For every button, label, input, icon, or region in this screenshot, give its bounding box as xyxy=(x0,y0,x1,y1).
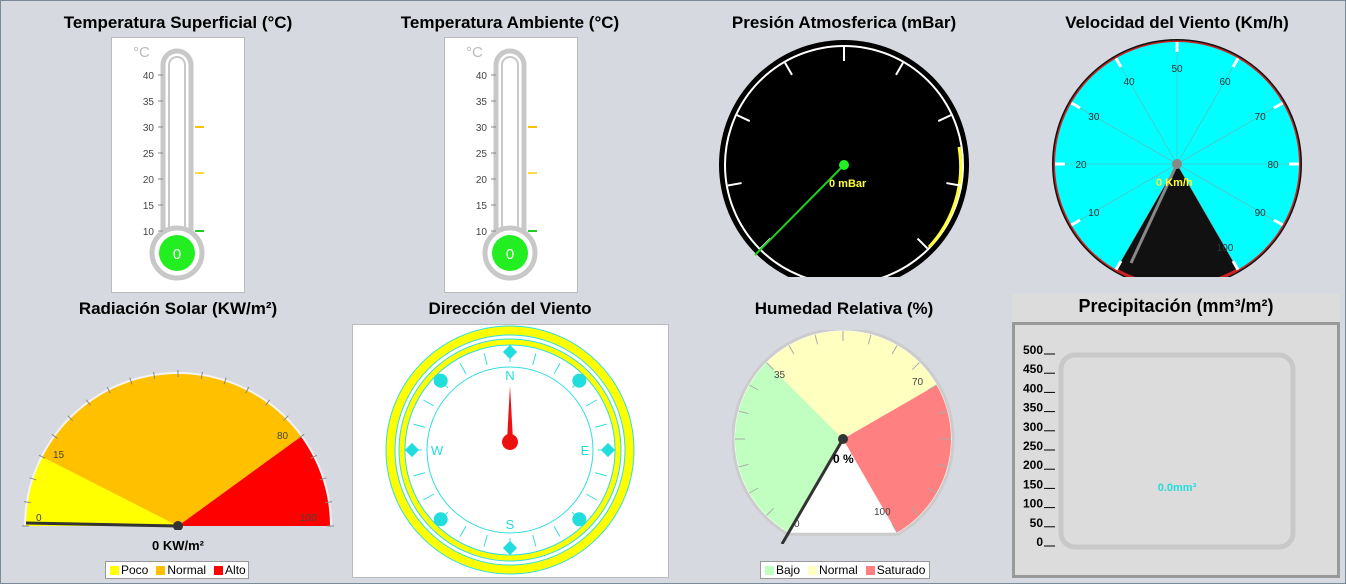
legend-swatch xyxy=(110,565,119,575)
svg-text:25: 25 xyxy=(143,149,155,160)
precip-tick-label: 0 xyxy=(1036,535,1043,549)
svg-text:20: 20 xyxy=(476,175,488,186)
compass-e: E xyxy=(581,443,590,458)
precip-tick-label: 450 xyxy=(1023,362,1043,376)
wind-speed-tick-label: 10 xyxy=(1088,208,1100,219)
thermometer-surface: °C 0 40 35 30 25 20 15 10 xyxy=(111,37,245,293)
svg-text:10: 10 xyxy=(143,227,155,238)
title-temp-surface: Temperatura Superficial (°C) xyxy=(63,13,293,32)
legend-swatch xyxy=(765,565,774,575)
wind-speed-tick-label: 60 xyxy=(1219,77,1231,88)
precip-tick-label: 350 xyxy=(1023,401,1043,415)
precip-gauge: 500450400350300250200150100500 0.0mm³ xyxy=(1023,343,1296,550)
title-temp-ambient: Temperatura Ambiente (°C) xyxy=(400,13,620,32)
thermo-value: 0 xyxy=(173,246,181,263)
precip-tick-label: 250 xyxy=(1023,439,1043,453)
solar-legend: Poco Normal Alto xyxy=(105,561,249,579)
pressure-readout: 0 mBar xyxy=(829,178,867,190)
svg-text:80: 80 xyxy=(277,431,289,442)
svg-text:15: 15 xyxy=(143,201,155,212)
humidity-gauge: 0 35 70 100 0 % xyxy=(732,330,955,544)
compass-w: W xyxy=(431,443,444,458)
compass-dot xyxy=(433,373,448,388)
thermo-value: 0 xyxy=(506,246,514,263)
title-precip: Precipitación (mm³/m²) xyxy=(1078,296,1274,316)
svg-text:40: 40 xyxy=(476,71,488,82)
precip-tick-label: 400 xyxy=(1023,381,1043,395)
svg-text:35: 35 xyxy=(476,97,488,108)
svg-text:40: 40 xyxy=(143,71,155,82)
humidity-readout: 0 % xyxy=(833,452,854,466)
wind-speed-tick-label: 50 xyxy=(1171,64,1183,75)
compass-s: S xyxy=(506,517,515,532)
solar-gauge: 0 15 80 100 xyxy=(22,370,334,530)
precip-tick-label: 100 xyxy=(1023,497,1043,511)
compass-dot xyxy=(572,373,587,388)
legend-swatch xyxy=(865,565,875,575)
wind-speed-tick-label: 40 xyxy=(1123,77,1135,88)
title-wind-dir: Dirección del Viento xyxy=(428,299,592,318)
svg-text:15: 15 xyxy=(53,450,65,461)
pressure-gauge: 0 mBar xyxy=(719,40,969,277)
svg-text:10: 10 xyxy=(476,227,488,238)
wind-speed-tick-label: 100 xyxy=(1217,243,1234,254)
title-humidity: Humedad Relativa (%) xyxy=(754,299,934,318)
thermometer-ambient: °C 0 40 35 30 25 20 15 10 xyxy=(444,37,578,293)
humidity-legend: Bajo Normal Saturado xyxy=(760,561,930,579)
svg-text:25: 25 xyxy=(476,149,488,160)
compass-dot xyxy=(572,512,587,527)
svg-text:35: 35 xyxy=(774,370,786,381)
svg-text:35: 35 xyxy=(143,97,155,108)
legend-swatch xyxy=(214,565,224,575)
precip-readout: 0.0mm³ xyxy=(1158,482,1197,494)
compass-dot xyxy=(433,512,448,527)
svg-text:100: 100 xyxy=(874,507,891,518)
svg-text:70: 70 xyxy=(912,377,924,388)
precip-tick-label: 200 xyxy=(1023,458,1043,472)
title-wind-speed: Velocidad del Viento (Km/h) xyxy=(1065,13,1289,32)
thermo-unit: °C xyxy=(466,44,483,61)
wind-speed-tick-label: 30 xyxy=(1088,112,1100,123)
svg-text:20: 20 xyxy=(143,175,155,186)
svg-text:30: 30 xyxy=(143,123,155,134)
svg-text:15: 15 xyxy=(476,201,488,212)
wind-speed-readout: 0 Km/h xyxy=(1156,177,1193,189)
precip-tick-label: 500 xyxy=(1023,343,1043,357)
wind-speed-tick-label: 90 xyxy=(1255,208,1267,219)
precip-tick-label: 50 xyxy=(1030,516,1044,530)
precip-tick-label: 150 xyxy=(1023,477,1043,491)
svg-text:100: 100 xyxy=(300,513,317,524)
wind-direction-compass: N E S W xyxy=(352,324,669,578)
compass-n: N xyxy=(505,368,514,383)
precip-tick-label: 300 xyxy=(1023,420,1043,434)
thermo-unit: °C xyxy=(133,44,150,61)
title-pressure: Presión Atmosferica (mBar) xyxy=(731,13,957,32)
wind-speed-tick-label: 80 xyxy=(1267,160,1279,171)
title-solar: Radiación Solar (KW/m²) xyxy=(78,299,278,318)
wind-speed-tick-label: 70 xyxy=(1255,112,1267,123)
legend-swatch xyxy=(156,565,166,575)
legend-swatch xyxy=(808,565,818,575)
wind-speed-tick-label: 20 xyxy=(1075,160,1087,171)
svg-text:30: 30 xyxy=(476,123,488,134)
solar-readout: 0 KW/m² xyxy=(152,538,204,553)
wind-speed-gauge: 10 20 30 40 50 60 70 80 90 100 0 Km/h xyxy=(1052,39,1302,277)
